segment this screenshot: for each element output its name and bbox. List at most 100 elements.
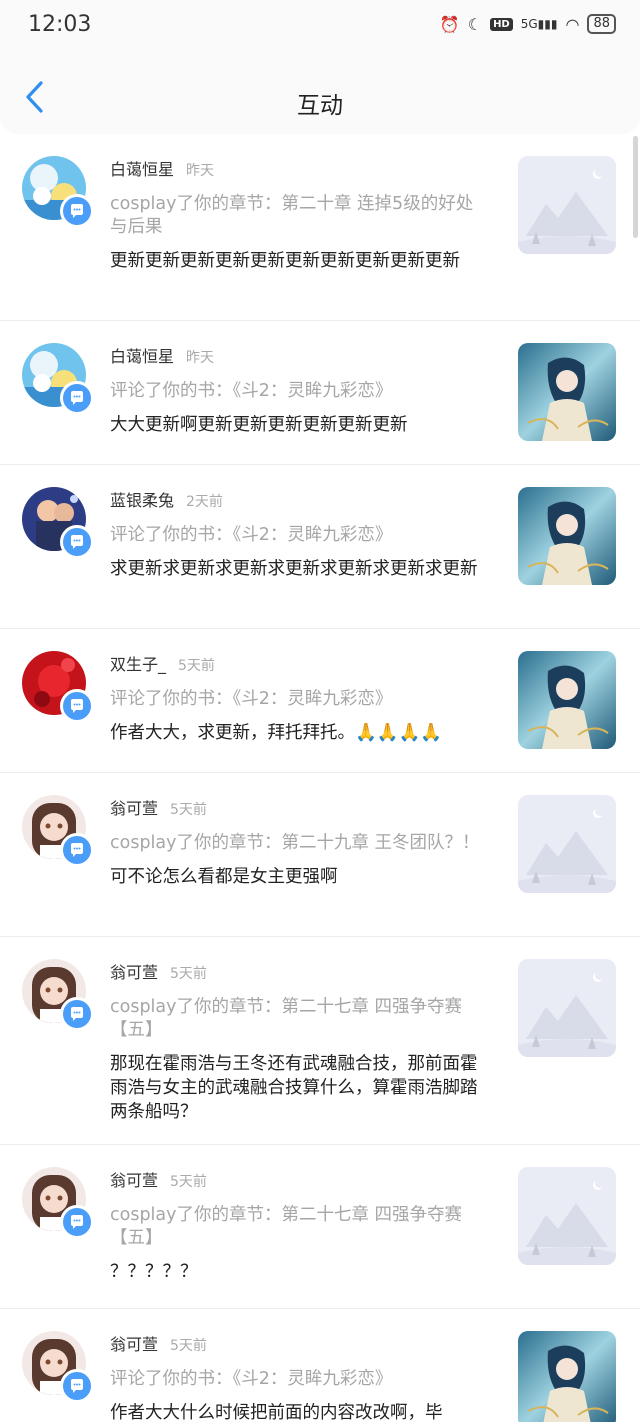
book-thumbnail[interactable] xyxy=(518,156,616,254)
list-item[interactable]: 翁可萱 5天前 cosplay了你的章节：第二十九章 王冬团队？！ 可不论怎么看都是女… xyxy=(0,773,640,937)
book-thumbnail[interactable] xyxy=(518,1167,616,1265)
user-name[interactable]: 翁可萱 xyxy=(110,1335,158,1354)
user-name[interactable]: 翁可萱 xyxy=(110,799,158,818)
avatar[interactable] xyxy=(22,1331,94,1403)
item-content: 白蔼恒星 昨天 评论了你的书：《斗2：灵眸九彩恋》 大大更新啊更新更新更新更新更新更新 xyxy=(110,345,485,437)
name-row: 白蔼恒星 昨天 xyxy=(110,158,485,183)
avatar[interactable] xyxy=(22,795,94,867)
action-text[interactable]: 评论了你的书：《斗2：灵眸九彩恋》 xyxy=(110,688,485,711)
user-name[interactable]: 白蔼恒星 xyxy=(110,160,174,179)
comment-icon xyxy=(71,843,83,857)
name-row: 翁可萱 5天前 xyxy=(110,1333,485,1358)
moon-icon: ☾ xyxy=(467,14,483,34)
comment-icon xyxy=(71,535,83,549)
timestamp: 5天前 xyxy=(170,802,207,818)
timestamp: 2天前 xyxy=(186,494,223,510)
item-content: 翁可萱 5天前 cosplay了你的章节：第二十九章 王冬团队？！ 可不论怎么看都是女… xyxy=(110,797,485,889)
signal-5g-icon: 5G▮▮▮ xyxy=(520,17,558,31)
action-text[interactable]: 评论了你的书：《斗2：灵眸九彩恋》 xyxy=(110,524,485,547)
name-row: 翁可萱 5天前 xyxy=(110,961,485,986)
hd-icon: HD xyxy=(490,17,513,31)
comment-icon xyxy=(71,204,83,218)
book-thumbnail[interactable] xyxy=(518,651,616,749)
list-item[interactable]: 双生子_ 5天前评论了你的书：《斗2：灵眸九彩恋》 作者大大，求更新，拜托拜托。🙏🙏… xyxy=(0,629,640,773)
book-thumbnail[interactable] xyxy=(518,1331,616,1422)
list-item[interactable]: 翁可萱 5天前 cosplay了你的章节：第二十七章 四强争夺赛【五】 ？？？？？ xyxy=(0,1145,640,1309)
name-row: 双生子_ 5天前 xyxy=(110,653,485,678)
book-thumbnail[interactable] xyxy=(518,795,616,893)
timestamp: 昨天 xyxy=(186,163,215,179)
comment-badge xyxy=(60,525,94,559)
action-text[interactable]: cosplay了你的章节：第二十七章 四强争夺赛【五】 xyxy=(110,1204,485,1250)
avatar[interactable] xyxy=(22,156,94,228)
comment-icon xyxy=(71,1379,83,1393)
avatar[interactable] xyxy=(22,651,94,723)
page-title: 互动 xyxy=(297,93,343,119)
book-thumbnail[interactable] xyxy=(518,487,616,585)
comment-badge xyxy=(60,833,94,867)
user-name[interactable]: 白蔼恒星 xyxy=(110,347,174,366)
item-content: 翁可萱 5天前 cosplay了你的章节：第二十七章 四强争夺赛【五】那现在霍雨浩与… xyxy=(110,961,485,1124)
item-content: 翁可萱 5天前评论了你的书：《斗2：灵眸九彩恋》作者大大什么时候把前面的内容改改啊… xyxy=(110,1333,485,1422)
comment-badge xyxy=(60,381,94,415)
list-item[interactable]: 翁可萱 5天前评论了你的书：《斗2：灵眸九彩恋》作者大大什么时候把前面的内容改改啊… xyxy=(0,1309,640,1422)
wifi-icon: ◠ xyxy=(565,14,580,34)
timestamp: 5天前 xyxy=(178,658,215,674)
item-content: 翁可萱 5天前 cosplay了你的章节：第二十七章 四强争夺赛【五】 ？？？？？ xyxy=(110,1169,485,1284)
action-text[interactable]: 评论了你的书：《斗2：灵眸九彩恋》 xyxy=(110,380,485,403)
comment-icon xyxy=(71,699,83,713)
nav-bar: 互动 xyxy=(0,52,640,134)
user-name[interactable]: 蓝银柔兔 xyxy=(110,491,174,510)
comment-text: 作者大大，求更新，拜托拜托。🙏🙏🙏🙏 xyxy=(110,723,443,743)
timestamp: 5天前 xyxy=(170,1174,207,1190)
comment-text: 那现在霍雨浩与王冬还有武魂融合技，那前面霍雨浩与女主的武魂融合技算什么，算霍雨浩… xyxy=(110,1054,478,1122)
comment-icon xyxy=(71,1007,83,1021)
item-content: 白蔼恒星 昨天 cosplay了你的章节：第二十章 连掉5级的好处与后果更新更新更新… xyxy=(110,158,485,273)
status-bar: 12:03 ⏰ ☾ HD 5G▮▮▮ ◠ 88 xyxy=(0,0,640,52)
item-content: 蓝银柔兔 2天前评论了你的书：《斗2：灵眸九彩恋》 求更新求更新求更新求更新求更新求… xyxy=(110,489,485,581)
name-row: 翁可萱 5天前 xyxy=(110,1169,485,1194)
timestamp: 昨天 xyxy=(186,350,215,366)
comment-text: 作者大大什么时候把前面的内容改改啊，毕 xyxy=(110,1403,443,1422)
name-row: 白蔼恒星 昨天 xyxy=(110,345,485,370)
action-text[interactable]: cosplay了你的章节：第二十章 连掉5级的好处与后果 xyxy=(110,193,485,239)
timestamp: 5天前 xyxy=(170,966,207,982)
list-item[interactable]: 蓝银柔兔 2天前评论了你的书：《斗2：灵眸九彩恋》 求更新求更新求更新求更新求更新求… xyxy=(0,465,640,629)
comment-badge xyxy=(60,1369,94,1403)
comment-text: 更新更新更新更新更新更新更新更新更新更新 xyxy=(110,251,460,271)
comment-icon xyxy=(71,1215,83,1229)
status-time: 12:03 xyxy=(28,12,92,37)
list-item[interactable]: 白蔼恒星 昨天 cosplay了你的章节：第二十章 连掉5级的好处与后果更新更新更新… xyxy=(0,134,640,321)
timestamp: 5天前 xyxy=(170,1338,207,1354)
scrollbar[interactable] xyxy=(633,136,638,238)
comment-text: ？？？？？ xyxy=(110,1262,198,1282)
user-name[interactable]: 双生子_ xyxy=(110,655,166,674)
status-icons: ⏰ ☾ HD 5G▮▮▮ ◠ 88 xyxy=(440,14,616,34)
item-content: 双生子_ 5天前评论了你的书：《斗2：灵眸九彩恋》 作者大大，求更新，拜托拜托。🙏🙏… xyxy=(110,653,485,745)
comment-badge xyxy=(60,1205,94,1239)
comment-text: 可不论怎么看都是女主更强啊 xyxy=(110,867,338,887)
name-row: 翁可萱 5天前 xyxy=(110,797,485,822)
avatar[interactable] xyxy=(22,959,94,1031)
battery-icon: 88 xyxy=(587,14,616,34)
comment-text: 大大更新啊更新更新更新更新更新更新 xyxy=(110,415,408,435)
comment-text: 求更新求更新求更新求更新求更新求更新求更新 xyxy=(110,559,478,579)
user-name[interactable]: 翁可萱 xyxy=(110,963,158,982)
name-row: 蓝银柔兔 2天前 xyxy=(110,489,485,514)
avatar[interactable] xyxy=(22,1167,94,1239)
user-name[interactable]: 翁可萱 xyxy=(110,1171,158,1190)
comment-badge xyxy=(60,689,94,723)
list-item[interactable]: 白蔼恒星 昨天 评论了你的书：《斗2：灵眸九彩恋》 大大更新啊更新更新更新更新更新更新 xyxy=(0,321,640,465)
interaction-list: 白蔼恒星 昨天 cosplay了你的章节：第二十章 连掉5级的好处与后果 更新更新更新… xyxy=(0,134,640,1422)
list-item[interactable]: 翁可萱 5天前 cosplay了你的章节：第二十七章 四强争夺赛【五】那现在霍雨浩与… xyxy=(0,937,640,1145)
action-text[interactable]: 评论了你的书：《斗2：灵眸九彩恋》 xyxy=(110,1368,485,1391)
comment-badge xyxy=(60,194,94,228)
book-thumbnail[interactable] xyxy=(518,959,616,1057)
action-text[interactable]: cosplay了你的章节：第二十九章 王冬团队？！ xyxy=(110,832,485,855)
action-text[interactable]: cosplay了你的章节：第二十七章 四强争夺赛【五】 xyxy=(110,996,485,1042)
alarm-icon: ⏰ xyxy=(439,14,460,34)
avatar[interactable] xyxy=(22,343,94,415)
avatar[interactable] xyxy=(22,487,94,559)
book-thumbnail[interactable] xyxy=(518,343,616,441)
comment-badge xyxy=(60,997,94,1031)
